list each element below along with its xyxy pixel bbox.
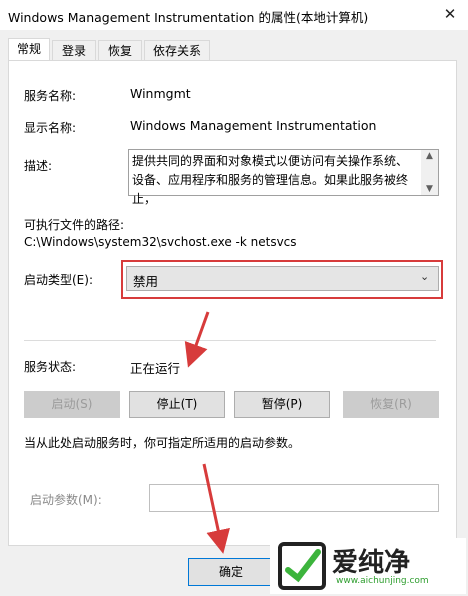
title-bar: Windows Management Instrumentation 的属性(本… [0, 0, 468, 30]
exe-path-label: 可执行文件的路径: [24, 218, 125, 232]
pause-button[interactable]: 暂停(P) [234, 391, 330, 418]
tab-logon[interactable]: 登录 [52, 40, 96, 61]
tab-dependencies[interactable]: 依存关系 [144, 40, 210, 61]
description-scrollbar[interactable]: ▲ ▼ [421, 150, 438, 195]
service-name-label: 服务名称: [24, 89, 77, 103]
startup-type-value: 禁用 [133, 274, 159, 289]
brand-url: www.aichunjing.com [336, 576, 429, 586]
description-box[interactable]: 提供共同的界面和对象模式以便访问有关操作系统、设备、应用程序和服务的管理信息。如… [128, 149, 439, 206]
start-params-hint: 当从此处启动服务时，你可指定所适用的启动参数。 [24, 436, 301, 450]
ok-button[interactable]: 确定 [188, 558, 274, 586]
description-text: 提供共同的界面和对象模式以便访问有关操作系统、设备、应用程序和服务的管理信息。如… [132, 154, 409, 206]
close-icon[interactable]: ✕ [440, 4, 460, 24]
start-params-label: 启动参数(M): [30, 493, 102, 507]
start-button[interactable]: 启动(S) [24, 391, 120, 418]
window-title: Windows Management Instrumentation 的属性(本… [8, 10, 369, 25]
scroll-down-icon[interactable]: ▼ [421, 183, 438, 195]
resume-button[interactable]: 恢复(R) [343, 391, 439, 418]
tab-recovery[interactable]: 恢复 [98, 40, 142, 61]
scroll-up-icon[interactable]: ▲ [421, 150, 438, 162]
tab-general[interactable]: 常规 [8, 38, 50, 61]
brand-name: 爱纯净 [332, 548, 411, 578]
service-status-label: 服务状态: [24, 360, 77, 374]
brand-logo-icon [278, 542, 326, 590]
display-name-label: 显示名称: [24, 121, 77, 135]
display-name-value: Windows Management Instrumentation [130, 118, 377, 133]
start-params-input[interactable] [149, 484, 439, 512]
service-status-value: 正在运行 [130, 361, 181, 376]
description-label: 描述: [24, 159, 53, 173]
separator [24, 340, 436, 341]
startup-type-select[interactable]: 禁用 ⌄ [126, 266, 439, 291]
exe-path-value: C:\Windows\system32\svchost.exe -k netsv… [24, 235, 297, 249]
watermark: 爱纯净 www.aichunjing.com [270, 538, 466, 594]
chevron-down-icon[interactable]: ⌄ [420, 270, 429, 283]
startup-type-label: 启动类型(E): [24, 273, 93, 287]
service-name-value: Winmgmt [130, 86, 191, 101]
stop-button[interactable]: 停止(T) [129, 391, 225, 418]
